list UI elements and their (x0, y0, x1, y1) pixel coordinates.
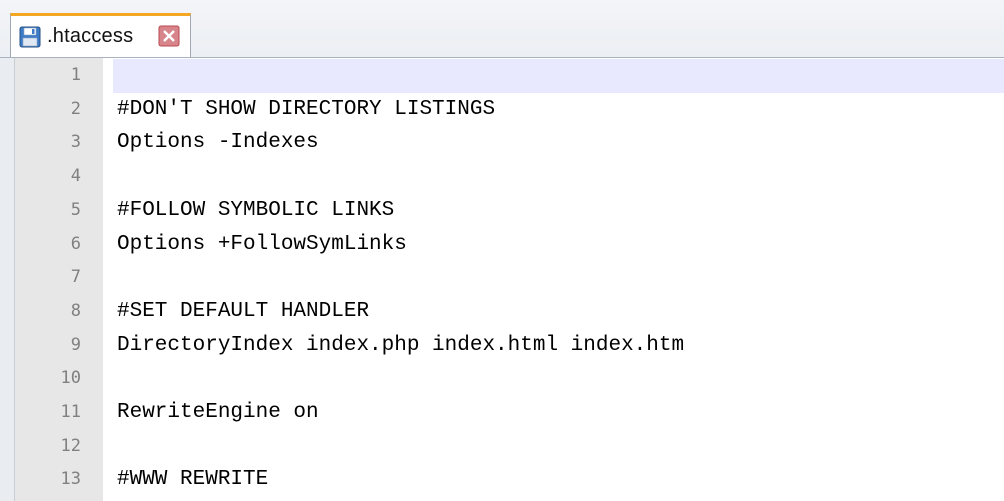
editor-line[interactable]: 3 Options -Indexes (0, 126, 1004, 160)
tab-bar: .htaccess (0, 0, 1004, 58)
code-line-area[interactable]: #WWW REWRITE (113, 463, 1004, 497)
code-editor[interactable]: 1 2 #DON'T SHOW DIRECTORY LISTINGS 3 Options… (0, 58, 1004, 501)
line-number: 5 (70, 199, 81, 220)
editor-line[interactable]: 5 #FOLLOW SYMBOLIC LINKS (0, 194, 1004, 228)
line-number: 13 (60, 469, 81, 490)
code-line-area[interactable] (113, 160, 1004, 194)
editor-line[interactable]: 9 DirectoryIndex index.php index.html ind… (0, 329, 1004, 363)
code-line-area[interactable] (113, 59, 1004, 93)
code-text: Options -Indexes (117, 131, 319, 155)
line-number: 4 (70, 166, 81, 187)
code-text: RewriteEngine on (117, 401, 319, 424)
code-line-area[interactable] (113, 362, 1004, 396)
code-line-area[interactable]: RewriteEngine on (113, 396, 1004, 430)
code-text: #FOLLOW SYMBOLIC LINKS (117, 198, 395, 222)
code-text: #DON'T SHOW DIRECTORY LISTINGS (117, 97, 496, 121)
editor-window: .htaccess 1 2 #DON'T SHOW DIRECTORY LISTIN… (0, 0, 1004, 501)
code-text: Options +FollowSymLinks (117, 232, 407, 256)
code-line-area[interactable]: #SET DEFAULT HANDLER (113, 295, 1004, 329)
code-line-area[interactable] (113, 430, 1004, 464)
code-line-area[interactable]: DirectoryIndex index.php index.html inde… (113, 329, 1004, 363)
code-line-area[interactable]: Options -Indexes (113, 126, 1004, 160)
line-number: 2 (70, 98, 81, 119)
code-line-area[interactable]: #FOLLOW SYMBOLIC LINKS (113, 194, 1004, 228)
tab-label: .htaccess (47, 25, 134, 47)
code-text: #SET DEFAULT HANDLER (117, 299, 370, 323)
line-number: 10 (60, 368, 81, 389)
code-line-area[interactable] (113, 261, 1004, 295)
line-number: 3 (70, 132, 81, 153)
editor-line[interactable]: 8 #SET DEFAULT HANDLER (0, 295, 1004, 329)
line-number: 8 (70, 300, 81, 321)
code-text: #WWW REWRITE (117, 468, 269, 492)
code-line-area[interactable]: Options +FollowSymLinks (113, 228, 1004, 262)
editor-line[interactable]: 13 #WWW REWRITE (0, 463, 1004, 497)
editor-line[interactable]: 7 (0, 261, 1004, 295)
editor-line[interactable]: 1 (0, 59, 1004, 93)
editor-line[interactable]: 10 (0, 362, 1004, 396)
line-number: 12 (60, 435, 81, 456)
editor-line[interactable]: 6 Options +FollowSymLinks (0, 228, 1004, 262)
editor-line[interactable]: 12 (0, 430, 1004, 464)
editor-line[interactable]: 4 (0, 160, 1004, 194)
code-text: DirectoryIndex index.php index.html inde… (117, 333, 685, 357)
tab-htaccess[interactable]: .htaccess (10, 13, 191, 57)
save-icon (19, 26, 41, 48)
close-icon[interactable] (158, 25, 180, 47)
editor-line[interactable]: 11 RewriteEngine on (0, 396, 1004, 430)
line-number: 6 (70, 233, 81, 254)
line-number: 1 (70, 65, 81, 85)
code-line-area[interactable]: #DON'T SHOW DIRECTORY LISTINGS (113, 93, 1004, 127)
line-number: 7 (70, 267, 81, 288)
line-number: 9 (70, 334, 81, 355)
line-number: 11 (60, 402, 81, 422)
editor-line[interactable]: 2 #DON'T SHOW DIRECTORY LISTINGS (0, 93, 1004, 127)
